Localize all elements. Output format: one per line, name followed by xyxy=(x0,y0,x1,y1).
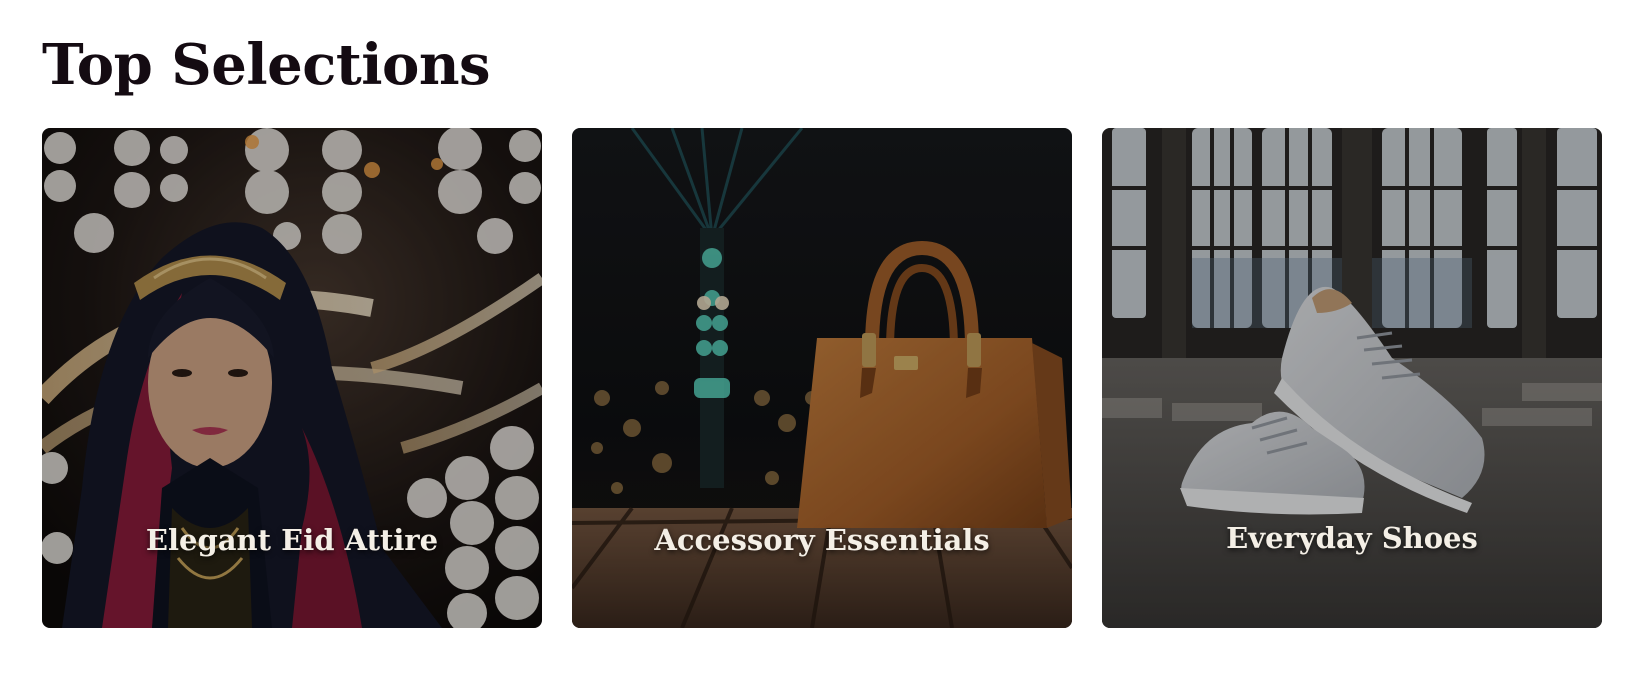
category-card-everyday-shoes[interactable]: Everyday Shoes xyxy=(1102,128,1602,628)
card-label: Elegant Eid Attire xyxy=(145,523,439,557)
card-label: Accessory Essentials xyxy=(654,523,990,557)
category-cards: Elegant Eid Attire Accessory Essentials … xyxy=(42,128,1602,630)
section-title: Top Selections xyxy=(42,32,491,98)
category-card-accessory-essentials[interactable]: Accessory Essentials xyxy=(572,128,1072,628)
category-card-elegant-eid-attire[interactable]: Elegant Eid Attire xyxy=(42,128,542,628)
card-label: Everyday Shoes xyxy=(1226,521,1478,555)
